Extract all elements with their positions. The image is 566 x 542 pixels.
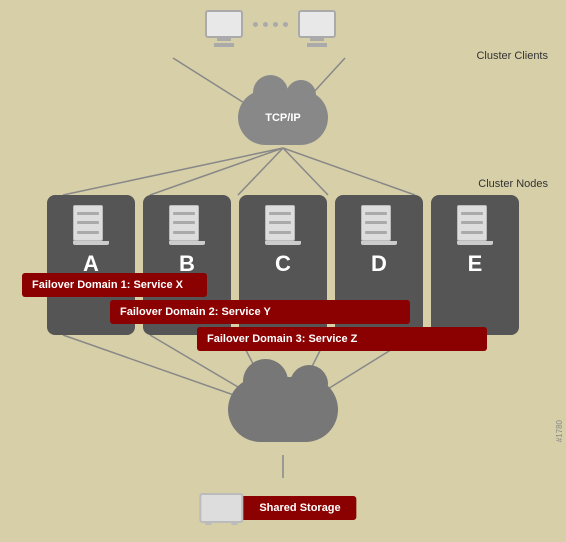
- server-stripe: [461, 212, 483, 215]
- server-body-c: [265, 205, 295, 241]
- shared-storage-bar: Shared Storage: [209, 496, 356, 520]
- server-icon-c: [265, 205, 301, 247]
- server-icon-b: [169, 205, 205, 247]
- node-letter-c: C: [275, 251, 291, 277]
- failover-domain-2-bar: Failover Domain 2: Service Y: [110, 300, 410, 324]
- server-stripe: [173, 212, 195, 215]
- server-stripe: [173, 221, 195, 224]
- server-base-b: [169, 241, 205, 245]
- server-base-e: [457, 241, 493, 245]
- monitor-1: [205, 10, 243, 38]
- client-computer-1: [205, 10, 243, 47]
- server-stripe: [461, 221, 483, 224]
- server-base-d: [361, 241, 397, 245]
- dot-4: [283, 22, 288, 27]
- dot-2: [263, 22, 268, 27]
- dot-1: [253, 22, 258, 27]
- server-icon-e: [457, 205, 493, 247]
- server-stripe: [173, 231, 195, 234]
- node-e: E: [431, 195, 519, 335]
- server-stripe: [77, 221, 99, 224]
- client-computer-2: [298, 10, 336, 47]
- tcp-ip-cloud-shape: TCP/IP: [238, 90, 328, 145]
- server-body-b: [169, 205, 199, 241]
- failover-domain-3-bar: Failover Domain 3: Service Z: [197, 327, 487, 351]
- monitor-2: [298, 10, 336, 38]
- tcp-ip-cloud: TCP/IP: [238, 90, 328, 145]
- server-body-d: [361, 205, 391, 241]
- dots-separator: [243, 22, 298, 27]
- dot-3: [273, 22, 278, 27]
- server-icon-a: [73, 205, 109, 247]
- server-stripe: [77, 212, 99, 215]
- clients-row: [100, 10, 440, 47]
- server-base-c: [265, 241, 301, 245]
- storage-device-icon: [199, 493, 243, 523]
- monitor-base-1: [214, 43, 234, 47]
- bottom-cloud-shape: [228, 377, 338, 442]
- server-body-a: [73, 205, 103, 241]
- server-stripe: [269, 221, 291, 224]
- node-letter-e: E: [468, 251, 483, 277]
- node-letter-d: D: [371, 251, 387, 277]
- cluster-nodes-label: Cluster Nodes: [478, 178, 548, 190]
- failover-domain-1-bar: Failover Domain 1: Service X: [22, 273, 207, 297]
- tcp-ip-label: TCP/IP: [265, 112, 300, 124]
- server-stripe: [269, 231, 291, 234]
- server-icon-d: [361, 205, 397, 247]
- diagram-container: Cluster Clients TCP/IP Cluster Nodes: [0, 0, 566, 542]
- server-stripe: [269, 212, 291, 215]
- bottom-cloud: [228, 377, 338, 442]
- server-stripe: [365, 212, 387, 215]
- server-stripe: [461, 231, 483, 234]
- shared-storage-section: Shared Storage: [209, 496, 356, 520]
- server-stripe: [365, 221, 387, 224]
- monitor-base-2: [307, 43, 327, 47]
- cluster-clients-label: Cluster Clients: [476, 50, 548, 62]
- shared-storage-label: Shared Storage: [259, 502, 340, 514]
- server-body-e: [457, 205, 487, 241]
- server-base-a: [73, 241, 109, 245]
- nas-icon: [199, 493, 243, 523]
- server-stripe: [77, 231, 99, 234]
- server-stripe: [365, 231, 387, 234]
- diagram-id: #1780: [555, 420, 564, 442]
